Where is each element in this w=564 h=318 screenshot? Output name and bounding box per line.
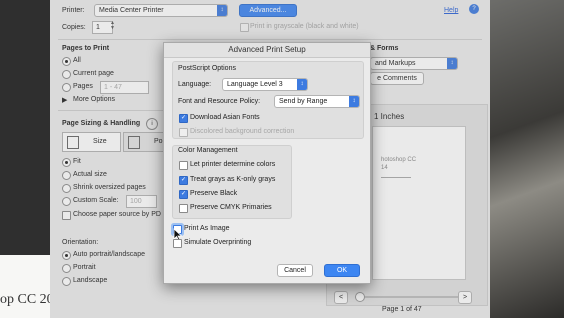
preserve-cmyk-label: Preserve CMYK Primaries [190, 204, 272, 211]
preserve-black-label: Preserve Black [190, 190, 238, 197]
simulate-overprinting-label: Simulate Overprinting [184, 239, 252, 246]
postscript-title: PostScript Options [178, 65, 236, 72]
advanced-print-setup-dialog: Advanced Print Setup PostScript Options … [163, 42, 371, 284]
print-as-image-label: Print As Image [184, 225, 230, 232]
chevron-updown-icon: ↕ [297, 79, 307, 90]
discolored-bg-checkbox[interactable] [179, 128, 188, 137]
download-fonts-label: Download Asian Fonts [190, 114, 260, 121]
download-fonts-checkbox[interactable]: ✓ [179, 114, 188, 123]
language-label: Language: [178, 81, 212, 88]
preserve-black-checkbox[interactable]: ✓ [179, 190, 188, 199]
chevron-updown-icon: ↕ [349, 96, 359, 107]
ok-button[interactable]: OK [324, 264, 360, 277]
simulate-overprinting-checkbox[interactable] [173, 239, 182, 248]
treat-grays-checkbox[interactable]: ✓ [179, 176, 188, 185]
treat-grays-label: Treat grays as K-only grays [190, 176, 276, 183]
dialog-title: Advanced Print Setup [164, 43, 370, 58]
font-policy-value: Send by Range [279, 98, 328, 105]
discolored-bg-label: Discolored background correction [190, 128, 295, 135]
font-policy-select[interactable]: Send by Range ↕ [274, 95, 360, 108]
cancel-button[interactable]: Cancel [277, 264, 313, 277]
let-printer-checkbox[interactable] [179, 161, 188, 170]
let-printer-label: Let printer determine colors [190, 161, 276, 168]
color-management-title: Color Management [178, 147, 238, 154]
language-select[interactable]: Language Level 3 ↕ [222, 78, 308, 91]
font-policy-label: Font and Resource Policy: [178, 98, 261, 105]
language-value: Language Level 3 [227, 81, 283, 88]
preserve-cmyk-checkbox[interactable] [179, 204, 188, 213]
background-right [490, 0, 564, 318]
document-text: op CC 20 [0, 292, 54, 307]
